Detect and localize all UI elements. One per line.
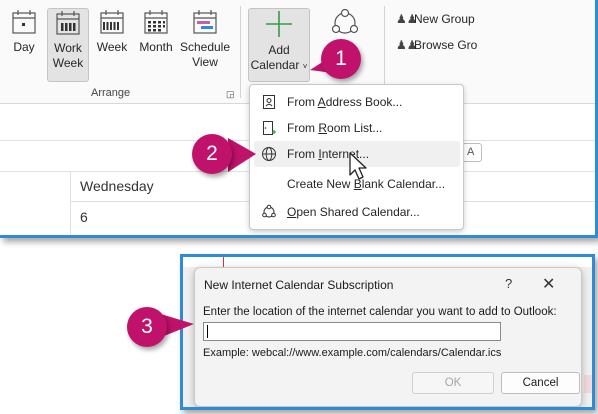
menu-text: ddress Book... [325, 95, 403, 109]
menu-text: oom List... [327, 121, 383, 135]
day-calendar-icon [12, 10, 36, 34]
work-week-label-2: Week [52, 56, 84, 70]
background-appointment [584, 375, 592, 393]
dialog-example: Example: webcal://www.example.com/calend… [203, 347, 502, 359]
month-calendar-icon [144, 10, 168, 34]
browse-groups-label: Browse Gro [414, 38, 478, 52]
menu-accel: A [317, 95, 326, 109]
dialog-prompt: Enter the location of the internet calen… [203, 306, 557, 318]
dialog-title: New Internet Calendar Subscription [204, 278, 394, 292]
day-view-label: Day [13, 40, 35, 54]
help-icon[interactable]: ? [505, 276, 512, 291]
day-view-button[interactable]: Day [6, 8, 42, 78]
work-week-label-1: Work [54, 41, 82, 55]
callout-3-number: 3 [127, 307, 167, 347]
menu-text: From [287, 147, 319, 161]
ok-button[interactable]: OK [412, 372, 494, 394]
schedule-view-label-2: View [192, 55, 218, 69]
ribbon-separator [240, 6, 241, 98]
callout-1-number: 1 [321, 39, 361, 79]
background-strip [183, 257, 592, 267]
calendar-url-input[interactable] [203, 322, 501, 341]
outlook-calendar-window: Day Work Week Week Month Schedule View A… [0, 0, 598, 238]
time-indicator [223, 257, 224, 267]
schedule-view-button[interactable]: Schedule View [179, 8, 231, 78]
month-view-button[interactable]: Month [135, 8, 177, 78]
text-caret [207, 325, 208, 338]
menu-text: From [287, 95, 318, 109]
day-header-wednesday: Wednesday [80, 178, 154, 194]
room-list-icon [263, 121, 276, 135]
mouse-pointer-icon [349, 152, 367, 180]
menu-text: pen Shared Calendar... [296, 205, 420, 219]
menu-item-open-shared-calendar[interactable]: Open Shared Calendar... [254, 199, 460, 225]
menu-text: lank Calendar... [361, 177, 446, 191]
group-browse-icon: ♟♟ [396, 38, 418, 52]
arrange-group-label: Arrange [91, 87, 131, 99]
menu-accel: O [287, 205, 297, 219]
add-calendar-label-1: Add [268, 43, 290, 57]
close-icon[interactable]: ✕ [542, 274, 555, 294]
menu-item-from-room-list[interactable]: From Room List... [254, 115, 460, 141]
calendar-groups-icon [331, 8, 359, 34]
menu-text: Create New [287, 177, 354, 191]
day-number[interactable]: 6 [80, 209, 88, 225]
date-chip[interactable]: A [462, 143, 482, 162]
schedule-view-label-1: Schedule [179, 40, 231, 54]
browse-groups-button[interactable]: ♟♟Browse Gro [396, 38, 477, 52]
group-add-icon: ♟♟ [396, 12, 418, 26]
week-view-label: Week [96, 40, 128, 54]
grid-line [70, 171, 71, 235]
week-view-button[interactable]: Week [94, 8, 130, 78]
menu-accel: R [318, 121, 328, 135]
new-group-button[interactable]: ♟♟New Group [396, 12, 475, 26]
dialog-launcher-icon[interactable]: ◲ [226, 89, 235, 100]
dialog-screenshot: New Internet Calendar Subscription ? ✕ E… [180, 254, 595, 410]
work-week-calendar-icon [56, 11, 80, 35]
globe-icon [262, 147, 276, 161]
menu-text: From [287, 121, 319, 135]
new-internet-calendar-dialog: New Internet Calendar Subscription ? ✕ E… [194, 267, 582, 407]
work-week-view-button[interactable]: Work Week [47, 8, 89, 82]
schedule-calendar-icon [193, 10, 217, 34]
shared-calendar-icon [262, 204, 276, 218]
menu-item-from-address-book[interactable]: From Address Book... [254, 89, 460, 115]
new-group-label: New Group [414, 12, 475, 26]
cancel-button[interactable]: Cancel [501, 372, 580, 394]
add-calendar-label-2: Calendar [250, 58, 300, 72]
plus-icon [266, 11, 292, 37]
callout-2-number: 2 [192, 134, 232, 174]
week-calendar-icon [100, 10, 124, 34]
month-view-label: Month [139, 40, 173, 54]
address-book-icon [263, 95, 275, 109]
